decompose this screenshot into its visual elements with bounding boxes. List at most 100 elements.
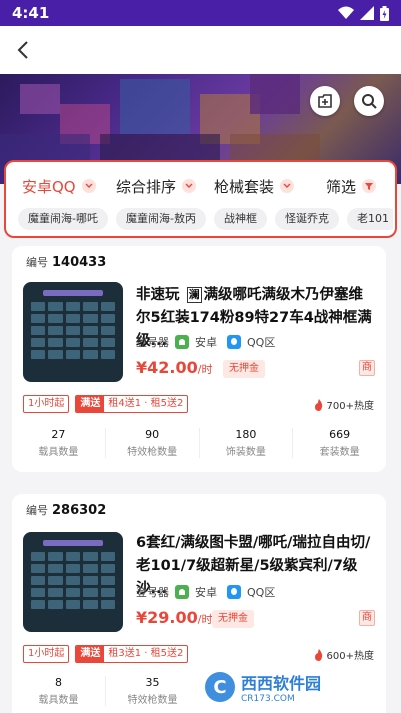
heat-value: 600+热度 [326, 651, 374, 662]
price-value: ¥42.00 [136, 358, 198, 377]
filter-panel: 安卓QQ 综合排序 枪械套装 筛选 魔童闹海-哪吒 魔童闹海-敖丙 战神框 怪诞… [4, 160, 397, 238]
listing-number: 编号 286302 [26, 502, 106, 518]
stat-label: 特效枪数量 [127, 447, 178, 458]
region-label: QQ区 [247, 586, 276, 599]
battery-icon [380, 5, 389, 21]
promo-badge: 满送 租4送1 · 租5送2 [75, 395, 189, 413]
tag-chip[interactable]: 魔童闹海-哪吒 [18, 208, 108, 230]
watermark-logo: C [205, 672, 235, 702]
promo-label: 满送 [76, 396, 105, 412]
listing-price: ¥42.00/时 [136, 358, 212, 377]
merchant-badge: 商 [359, 360, 375, 376]
filter-category-dropdown[interactable]: 枪械套装 [214, 176, 295, 197]
stat-item: 8 载具数量 [12, 676, 106, 706]
nav-bar [0, 26, 401, 74]
listing-card[interactable]: 编号 140433 非速玩 澜满级哪吒满级木乃伊塞维尔5红装174粉89特27车4… [12, 246, 386, 472]
rent-start-badge: 1小时起 [23, 645, 70, 663]
wifi-icon [338, 6, 354, 19]
listing-stats: 27 载具数量 90 特效枪数量 180 饰装数量 669 套装数量 [12, 428, 386, 458]
tag-chip[interactable]: 老101 [346, 208, 393, 230]
rent-row: 1小时起 满送 租3送1 · 租5送2 [23, 645, 189, 663]
stat-item: 180 饰装数量 [200, 428, 294, 458]
stat-label: 套装数量 [319, 447, 360, 458]
title-tag-badge: 澜 [186, 287, 202, 303]
rent-row: 1小时起 满送 租4送1 · 租5送2 [23, 395, 189, 413]
chevron-down-icon [81, 179, 96, 193]
listing-stats: 8 载具数量 35 特效枪数量 [12, 676, 199, 706]
listing-thumbnail [23, 282, 123, 382]
tag-chip[interactable]: 魔童闹海-敖丙 [115, 208, 206, 230]
promo-text: 租3送1 · 租5送2 [108, 648, 184, 659]
stat-value: 8 [55, 676, 62, 689]
heat-value: 700+热度 [326, 401, 374, 412]
listing-meta: 登号器 安卓 QQ区 [136, 334, 275, 350]
status-time: 4:41 [12, 4, 50, 22]
listing-thumbnail [23, 532, 123, 632]
stat-value: 180 [235, 428, 257, 441]
stat-value: 27 [51, 428, 66, 441]
rent-start-badge: 1小时起 [23, 395, 70, 413]
filter-screen-button[interactable]: 筛选 [326, 176, 377, 197]
filter-sort-dropdown[interactable]: 综合排序 [116, 176, 197, 197]
price-value: ¥29.00 [136, 608, 198, 627]
flame-icon [314, 648, 322, 661]
listing-number-value: 140433 [52, 255, 107, 270]
watermark-sub: CR173.COM [241, 694, 295, 704]
tag-row: 魔童闹海-哪吒 魔童闹海-敖丙 战神框 怪诞乔克 老101 [18, 208, 393, 232]
watermark: C 西西软件园 CR173.COM [195, 664, 385, 710]
signal-icon [360, 6, 374, 20]
tag-chip[interactable]: 战神框 [213, 208, 267, 230]
tag-chip[interactable]: 怪诞乔克 [274, 208, 339, 230]
android-icon [175, 585, 189, 599]
stat-label: 特效枪数量 [127, 695, 178, 706]
stat-value: 669 [329, 428, 351, 441]
add-shortcut-icon [318, 94, 332, 108]
flame-icon [314, 398, 322, 411]
stat-item: 90 特效枪数量 [106, 428, 200, 458]
promo-text: 租4送1 · 租5送2 [108, 398, 184, 409]
region-label: QQ区 [247, 336, 276, 349]
listing-number-value: 286302 [52, 503, 107, 518]
chevron-left-icon[interactable] [14, 40, 34, 60]
stat-value: 90 [145, 428, 160, 441]
stat-label: 载具数量 [38, 695, 79, 706]
listing-number-label: 编号 [26, 504, 48, 517]
chevron-down-icon [182, 179, 197, 193]
filter-label: 枪械套装 [214, 177, 275, 196]
search-icon [362, 94, 377, 109]
listing-meta: 登号器 安卓 QQ区 [136, 584, 275, 600]
login-tool-label: 登号器 [136, 586, 169, 599]
filter-label: 综合排序 [116, 177, 177, 196]
listing-number: 编号 140433 [26, 254, 106, 270]
qq-icon [227, 585, 241, 599]
platform-label: 安卓 [195, 586, 217, 599]
merchant-badge: 商 [359, 610, 375, 626]
chevron-down-icon [280, 179, 295, 193]
status-bar: 4:41 [0, 0, 401, 26]
listing-price: ¥29.00/时 [136, 608, 212, 627]
status-icons [338, 5, 389, 21]
stat-item: 669 套装数量 [293, 428, 386, 458]
heat-indicator: 700+热度 [314, 397, 374, 412]
stat-item: 35 特效枪数量 [106, 676, 199, 706]
heat-indicator: 600+热度 [314, 647, 374, 662]
filter-label: 安卓QQ [22, 177, 76, 196]
listing-number-label: 编号 [26, 256, 48, 269]
promo-badge: 满送 租3送1 · 租5送2 [75, 645, 189, 663]
no-deposit-badge: 无押金 [212, 610, 254, 628]
platform-label: 安卓 [195, 336, 217, 349]
android-icon [175, 335, 189, 349]
filter-platform-dropdown[interactable]: 安卓QQ [22, 176, 96, 197]
price-unit: /时 [197, 613, 213, 626]
filter-dropdown-row: 安卓QQ 综合排序 枪械套装 筛选 [6, 174, 395, 198]
stat-item: 27 载具数量 [12, 428, 106, 458]
price-unit: /时 [197, 363, 213, 376]
promo-label: 满送 [76, 646, 105, 662]
add-shortcut-button[interactable] [310, 86, 340, 116]
qq-icon [227, 335, 241, 349]
stat-value: 35 [145, 676, 160, 689]
no-deposit-badge: 无押金 [223, 360, 265, 378]
login-tool-label: 登号器 [136, 336, 169, 349]
watermark-text: 西西软件园 [241, 674, 322, 693]
search-button[interactable] [354, 86, 384, 116]
